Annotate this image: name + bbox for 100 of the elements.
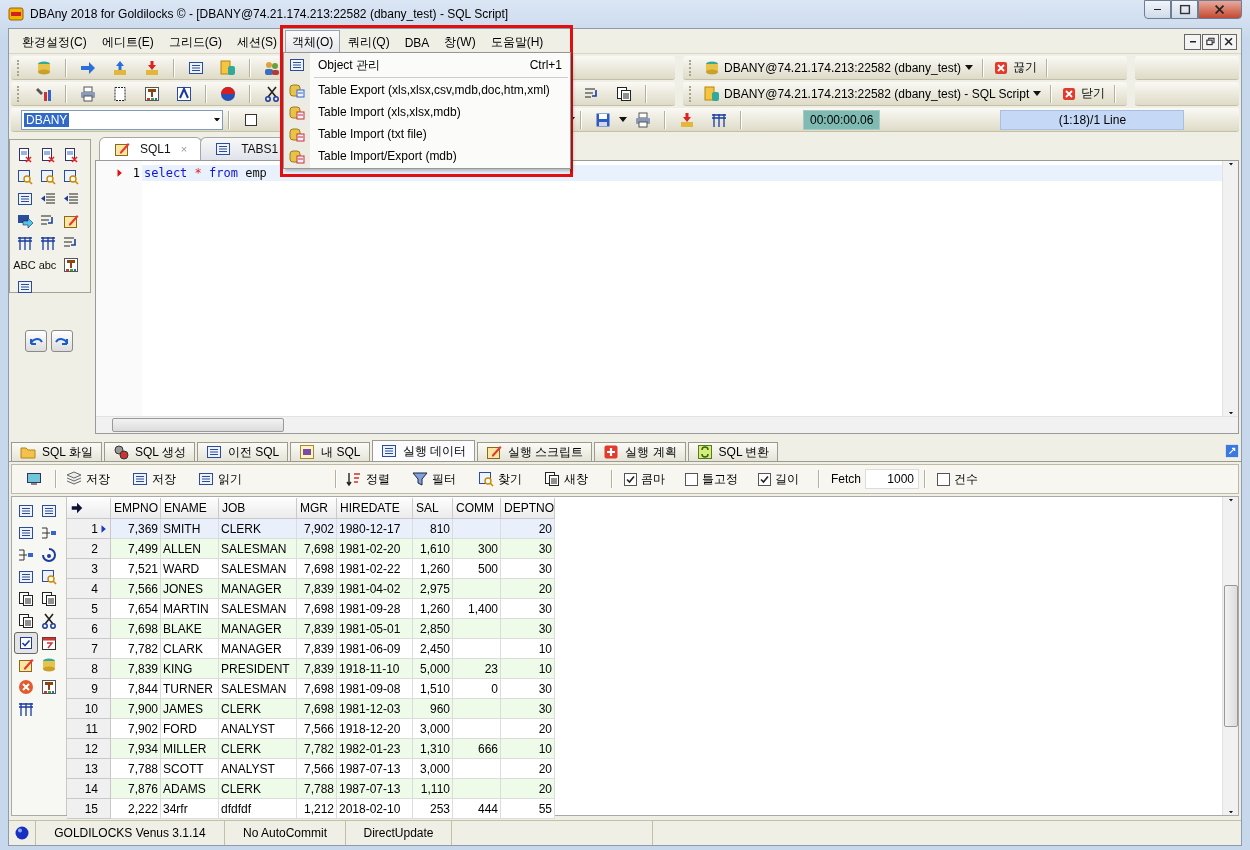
fetch-size-field[interactable]: 1000 (865, 469, 919, 489)
table-cell: SALESMAN (219, 679, 297, 699)
column-header[interactable]: HIREDATE (337, 498, 413, 519)
table-cell: CLERK (219, 739, 297, 759)
tab-label: 내 SQL (321, 443, 361, 461)
table-cell: 30 (501, 539, 555, 559)
row-header[interactable]: 15 (67, 799, 111, 819)
result-tab[interactable]: SQL 생성 (103, 442, 195, 461)
menu-entry-label: Table Export (xls,xlsx,csv,mdb,doc,htm,xml) (318, 83, 550, 97)
horizontal-scrollbar[interactable] (96, 416, 1238, 433)
case-button[interactable]: ABC (13, 259, 36, 271)
menu-item[interactable]: 객체(O) (285, 30, 341, 54)
close-button[interactable] (1220, 34, 1237, 50)
result-tab[interactable]: 실행 스크립트 (476, 442, 593, 461)
row-header[interactable]: 12 (67, 739, 111, 759)
script-icon (220, 59, 236, 76)
toolbar-button[interactable]: 찾기 (474, 468, 526, 490)
toolbar-button[interactable]: 저장 (128, 468, 180, 490)
restore-button[interactable] (1202, 34, 1219, 50)
table-cell: 1981-02-20 (337, 539, 413, 559)
table-cell: 20 (501, 719, 555, 739)
row-header[interactable]: 3 (67, 559, 111, 579)
tool-button[interactable] (13, 632, 38, 654)
row-header[interactable]: 6 (67, 619, 111, 639)
menu-item[interactable]: 도움말(H) (483, 30, 551, 54)
toolbar-button[interactable]: 필터 (408, 468, 460, 490)
close-button[interactable] (1198, 0, 1242, 19)
column-header[interactable]: ENAME (161, 498, 219, 519)
toolbar-button[interactable]: 저장 (62, 468, 114, 490)
row-header[interactable]: 2 (67, 539, 111, 559)
menu-item[interactable]: DBA (397, 31, 437, 53)
connection-combo[interactable]: DBANY (21, 109, 223, 130)
option-checkbox[interactable]: 건수 (937, 470, 978, 488)
row-header[interactable]: 14 (67, 779, 111, 799)
menu-item[interactable]: 쿼리(Q) (341, 30, 397, 54)
toolbar-button[interactable]: 정렬 (342, 468, 394, 490)
columns-icon (17, 701, 34, 717)
convert-icon (696, 444, 713, 460)
row-header[interactable]: 4 (67, 579, 111, 599)
row-header[interactable]: 7 (67, 639, 111, 659)
row-header[interactable]: 8 (67, 659, 111, 679)
table-cell: 1987-07-13 (337, 759, 413, 779)
close-script-button[interactable]: 닫기 (1057, 83, 1110, 104)
menu-item[interactable]: 에디트(E) (94, 30, 161, 54)
redo-button[interactable] (51, 330, 73, 352)
table-cell: 7,782 (111, 639, 161, 659)
vertical-scrollbar[interactable] (1222, 161, 1238, 416)
column-header[interactable]: COMM (453, 498, 501, 519)
result-tab[interactable]: SQL 변환 (687, 442, 779, 461)
column-header[interactable]: MGR (297, 498, 337, 519)
window-title: DBAny 2018 for Goldilocks © - [DBANY@74.21.174.213:22582 (dbany_test) - SQL Script] (30, 7, 510, 21)
option-checkbox[interactable]: 길이 (758, 470, 799, 488)
menu-item[interactable]: 환경설정(C) (15, 30, 94, 54)
option-checkbox[interactable]: 틀고정 (685, 470, 738, 488)
case-button[interactable]: abc (38, 259, 57, 271)
menu-item[interactable]: 세션(S) (230, 30, 284, 54)
import-icon (289, 126, 305, 142)
menu-entry[interactable]: Table Import (xls,xlsx,mdb) (284, 101, 570, 123)
maximize-button[interactable] (1171, 0, 1198, 19)
toolbar-button[interactable]: 읽기 (194, 468, 246, 490)
menu-entry-label: Table Import (xls,xlsx,mdb) (318, 105, 461, 119)
script-dropdown[interactable]: DBANY@74.21.174.213:22582 (dbany_test) - SQL Script (700, 83, 1046, 104)
row-header[interactable]: 11 (67, 719, 111, 739)
menu-entry[interactable]: Table Export (xls,xlsx,csv,mdb,doc,htm,xml) (284, 79, 570, 101)
window-icon (17, 591, 34, 607)
vertical-scrollbar[interactable] (1222, 497, 1238, 815)
disconnect-button[interactable]: 끊기 (989, 57, 1041, 78)
toolbar-button[interactable]: 새창 (540, 468, 592, 490)
column-header[interactable]: DEPTNO (501, 498, 555, 519)
minimize-button[interactable] (1144, 0, 1171, 19)
undo-button[interactable] (25, 330, 47, 352)
menu-item[interactable]: 창(W) (437, 30, 483, 54)
result-tab[interactable]: 이전 SQL (196, 442, 289, 461)
option-checkbox[interactable]: 콤마 (624, 470, 665, 488)
row-header[interactable]: 1 (67, 519, 111, 539)
table-cell: 960 (413, 699, 453, 719)
row-header[interactable]: 10 (67, 699, 111, 719)
row-header[interactable]: 13 (67, 759, 111, 779)
list-icon (132, 471, 148, 487)
menu-item[interactable]: 그리드(G) (161, 30, 229, 54)
result-tab[interactable]: 내 SQL (290, 442, 370, 461)
checklist-icon (17, 635, 34, 651)
table-cell (453, 579, 501, 599)
style-icon (144, 85, 160, 102)
editor-tab[interactable]: SQL1 × (99, 137, 203, 160)
menu-entry[interactable]: Object 관리 Ctrl+1 (284, 54, 570, 76)
column-header[interactable]: EMPNO (111, 498, 161, 519)
restore-icon (1204, 36, 1217, 48)
table-cell (453, 639, 501, 659)
result-tab[interactable]: SQL 화일 (11, 442, 102, 461)
result-tab[interactable]: 실행 계획 (594, 442, 686, 461)
table-cell: 30 (501, 559, 555, 579)
result-tab[interactable]: 실행 데이터 (371, 440, 475, 461)
column-header[interactable]: SAL (413, 498, 453, 519)
tools-icon (36, 85, 52, 102)
row-header[interactable]: 9 (67, 679, 111, 699)
minimize-button[interactable] (1184, 34, 1201, 50)
row-header[interactable]: 5 (67, 599, 111, 619)
column-header[interactable]: JOB (219, 498, 297, 519)
connection-dropdown[interactable]: DBANY@74.21.174.213:22582 (dbany_test) (700, 57, 977, 78)
